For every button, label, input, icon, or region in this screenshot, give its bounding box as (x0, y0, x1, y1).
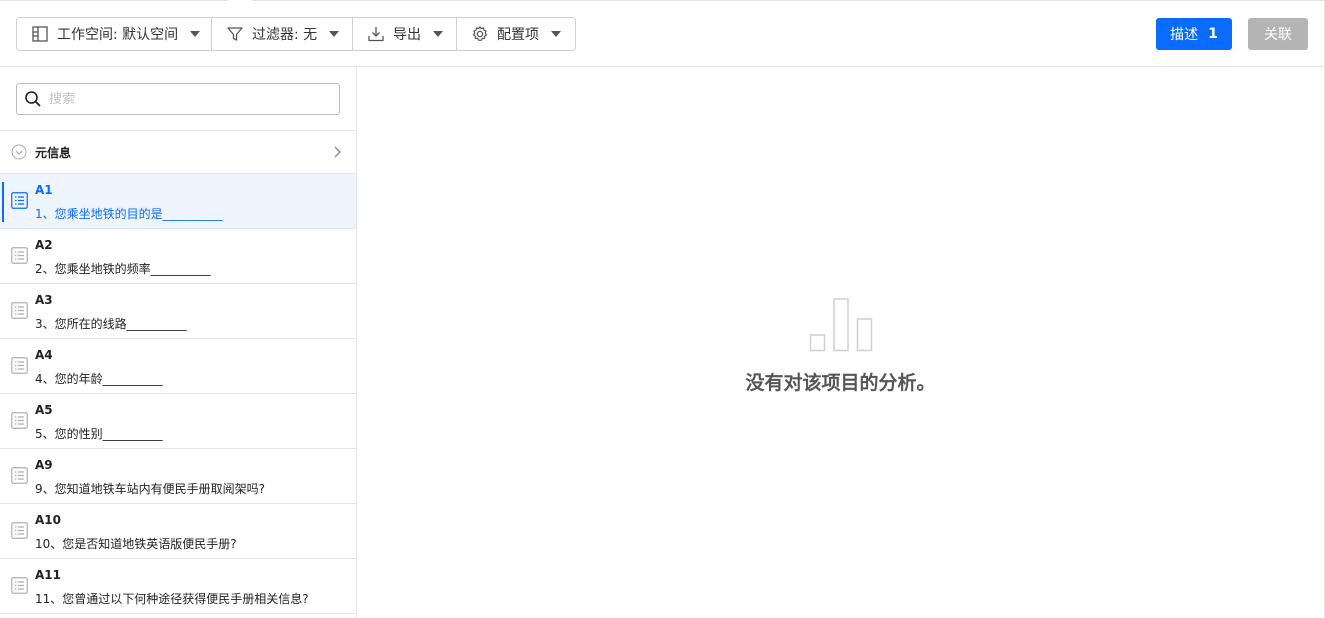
analysis-panel: 没有对该项目的分析。 (357, 67, 1324, 618)
filter-dropdown[interactable]: 过滤器: 无 (212, 18, 353, 50)
export-dropdown[interactable]: 导出 (353, 18, 457, 50)
list-item[interactable]: A4 4、您的年龄__________ (0, 339, 356, 394)
question-list: A1 1、您乘坐地铁的目的是__________ A2 2、您乘坐地铁的频率_____… (0, 174, 356, 614)
list-icon (11, 577, 28, 594)
item-question: 5、您的性别__________ (35, 427, 163, 441)
filter-label: 过滤器: 无 (252, 27, 318, 43)
item-code: A1 (35, 183, 53, 197)
list-item[interactable]: A1 1、您乘坐地铁的目的是__________ (0, 174, 356, 229)
list-icon (11, 467, 28, 484)
list-icon (11, 302, 28, 319)
item-question: 10、您是否知道地铁英语版便民手册? (35, 537, 237, 551)
list-item[interactable]: A3 3、您所在的线路__________ (0, 284, 356, 339)
item-code: A10 (35, 513, 61, 527)
item-question: 4、您的年龄__________ (35, 372, 163, 386)
meta-info-label: 元信息 (35, 145, 72, 160)
list-icon (11, 522, 28, 539)
config-label: 配置项 (497, 27, 539, 43)
chevron-down-icon (433, 31, 443, 37)
list-icon (11, 412, 28, 429)
list-item[interactable]: A11 11、您曾通过以下何种途径获得便民手册相关信息? (0, 559, 356, 614)
empty-state-message: 没有对该项目的分析。 (745, 372, 936, 394)
item-question: 9、您知道地铁车站内有便民手册取阅架吗? (35, 482, 266, 496)
list-icon (11, 247, 28, 264)
item-question: 1、您乘坐地铁的目的是__________ (35, 207, 223, 221)
toolbar-button-group: 工作空间: 默认空间 过滤器: 无 导出 配置项 (16, 17, 576, 51)
search-icon (24, 90, 42, 108)
item-code: A4 (35, 348, 53, 362)
item-code: A5 (35, 403, 53, 417)
item-code: A9 (35, 458, 53, 472)
describe-button[interactable]: 描述 1 (1156, 18, 1232, 50)
item-code: A11 (35, 568, 61, 582)
download-icon (367, 25, 385, 43)
workspace-label: 工作空间: 默认空间 (57, 27, 179, 43)
search-input[interactable] (49, 91, 319, 107)
toolbar: 工作空间: 默认空间 过滤器: 无 导出 配置项 描述 1 关联 (0, 1, 1325, 67)
chevron-down-icon (329, 31, 340, 37)
app-window: 工作空间: 默认空间 过滤器: 无 导出 配置项 描述 1 关联 搜索 元信息 … (0, 0, 1325, 618)
list-item[interactable]: A9 9、您知道地铁车站内有便民手册取阅架吗? (0, 449, 356, 504)
collapse-circle-icon (11, 144, 27, 160)
item-question: 2、您乘坐地铁的频率__________ (35, 262, 211, 276)
item-question: 11、您曾通过以下何种途径获得便民手册相关信息? (35, 592, 309, 606)
associate-button[interactable]: 关联 (1248, 18, 1308, 50)
list-item[interactable]: A10 10、您是否知道地铁英语版便民手册? (0, 504, 356, 559)
search-area (0, 67, 356, 131)
filter-icon (226, 25, 244, 43)
workspace-dropdown[interactable]: 工作空间: 默认空间 (17, 18, 212, 50)
item-code: A2 (35, 238, 53, 252)
list-icon (11, 357, 28, 374)
sidebar: 元信息 A1 1、您乘坐地铁的目的是__________ A2 2、您乘坐地铁的频率_… (0, 67, 357, 618)
search-box[interactable] (16, 83, 340, 115)
chevron-down-icon (551, 31, 561, 37)
workspace-icon (31, 25, 49, 43)
item-question: 3、您所在的线路__________ (35, 317, 187, 331)
chevron-down-icon (190, 31, 201, 37)
bar-chart-icon (809, 298, 873, 352)
item-code: A3 (35, 293, 53, 307)
describe-label: 描述 (1170, 27, 1199, 43)
meta-info-section[interactable]: 元信息 (0, 131, 356, 174)
list-item[interactable]: A5 5、您的性别__________ (0, 394, 356, 449)
chevron-right-icon (332, 145, 342, 159)
list-icon (11, 192, 28, 209)
config-dropdown[interactable]: 配置项 (457, 18, 575, 50)
describe-count-badge: 1 (1208, 26, 1218, 42)
gear-icon (471, 25, 489, 43)
list-item[interactable]: A2 2、您乘坐地铁的频率__________ (0, 229, 356, 284)
export-label: 导出 (393, 27, 421, 43)
associate-label: 关联 (1264, 27, 1292, 43)
